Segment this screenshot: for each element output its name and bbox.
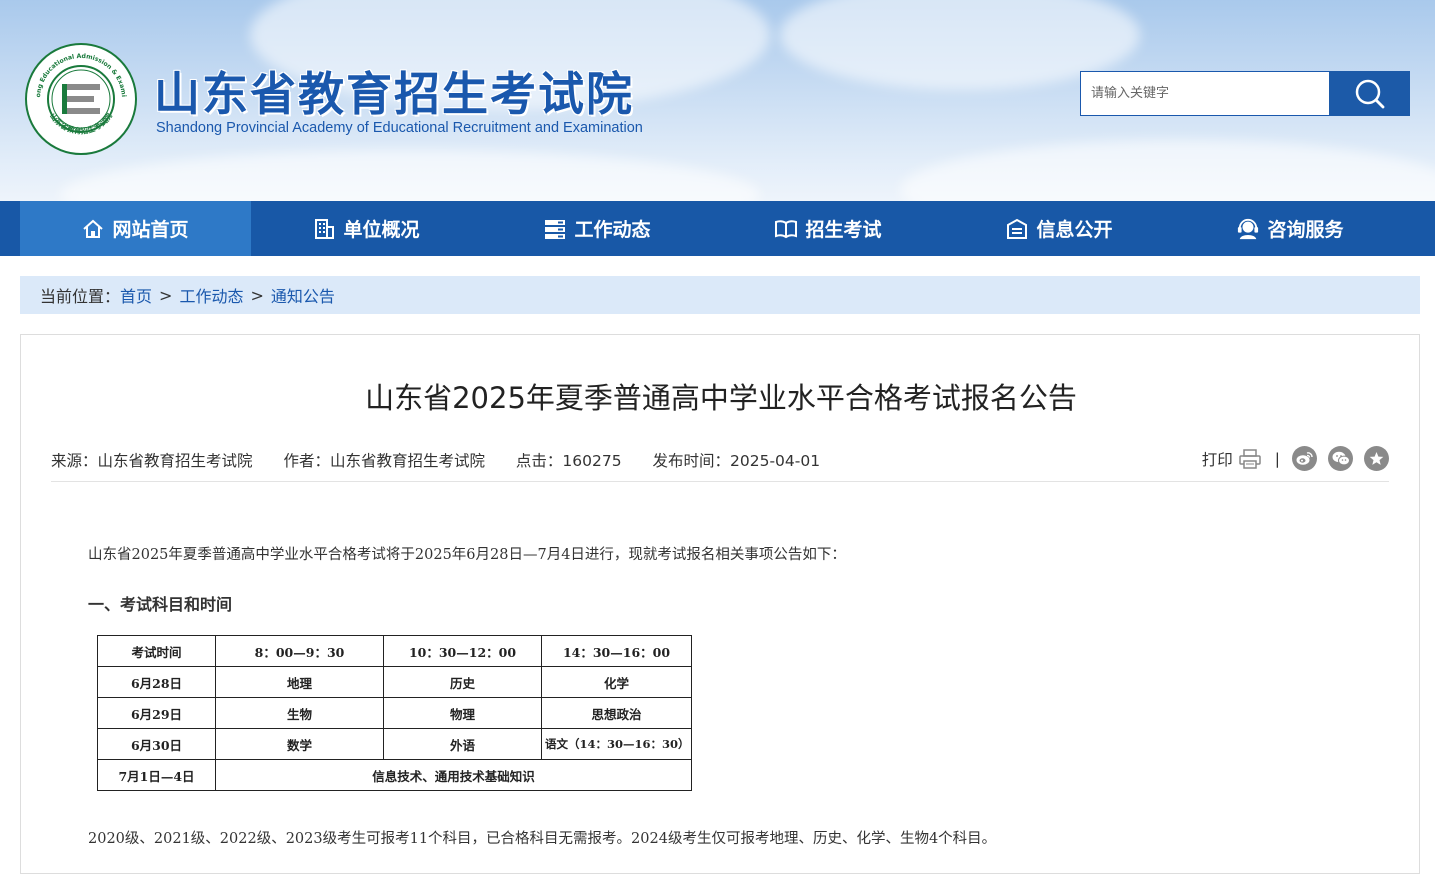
building-icon bbox=[313, 218, 335, 240]
table-row: 6月29日 生物 物理 思想政治 bbox=[97, 697, 692, 729]
table-cell: 语文（14：30—16：30） bbox=[541, 728, 692, 760]
breadcrumb-prefix: 当前位置： bbox=[40, 287, 121, 306]
header-cloud bbox=[900, 140, 1435, 201]
table-cell: 外语 bbox=[383, 728, 542, 760]
search-input[interactable] bbox=[1080, 71, 1330, 116]
nav-item-about[interactable]: 单位概况 bbox=[251, 201, 482, 256]
nav-label: 咨询服务 bbox=[1267, 219, 1344, 241]
table-cell: 数学 bbox=[215, 728, 384, 760]
main-nav: 网站首页 单位概况 工作动态 招生考试 信息公开 咨询服务 bbox=[0, 201, 1435, 256]
table-cell: 14：30—16：00 bbox=[541, 635, 692, 667]
exam-schedule-table: 考试时间 8：00—9：30 10：30—12：00 14：30—16：00 6… bbox=[97, 635, 692, 791]
search-button[interactable] bbox=[1329, 71, 1410, 116]
table-cell: 物理 bbox=[383, 697, 542, 729]
academy-emblem-icon[interactable]: Shandong Educational Admission & Examina… bbox=[24, 42, 138, 156]
book-icon bbox=[775, 218, 798, 240]
headset-icon bbox=[1237, 218, 1259, 240]
table-row: 6月30日 数学 外语 语文（14：30—16：30） bbox=[97, 728, 692, 760]
printer-icon bbox=[1239, 448, 1261, 469]
article-intro: 山东省2025年夏季普通高中学业水平合格考试将于2025年6月28日—7月4日进… bbox=[88, 547, 846, 563]
breadcrumb-link-home[interactable]: 首页 bbox=[120, 283, 152, 307]
table-cell: 6月29日 bbox=[97, 697, 216, 729]
site-subtitle: Shandong Provincial Academy of Education… bbox=[156, 120, 643, 136]
table-header-row: 考试时间 8：00—9：30 10：30—12：00 14：30—16：00 bbox=[97, 635, 692, 667]
article-container: 山东省2025年夏季普通高中学业水平合格考试报名公告 来源：山东省教育招生考试院… bbox=[20, 334, 1420, 874]
table-cell: 8：00—9：30 bbox=[215, 635, 384, 667]
favorite-icon[interactable] bbox=[1364, 446, 1389, 471]
nav-item-news[interactable]: 工作动态 bbox=[482, 201, 713, 256]
article-date: 发布时间：2025-04-01 bbox=[652, 452, 821, 470]
nav-item-disclosure[interactable]: 信息公开 bbox=[944, 201, 1175, 256]
meta-divider bbox=[51, 481, 1389, 482]
breadcrumb-separator: > bbox=[250, 285, 264, 305]
print-button[interactable]: 打印 bbox=[1202, 448, 1261, 470]
table-cell: 10：30—12：00 bbox=[383, 635, 542, 667]
breadcrumb-separator: > bbox=[159, 285, 173, 305]
stack-icon bbox=[544, 218, 566, 240]
site-header: Shandong Educational Admission & Examina… bbox=[0, 0, 1435, 201]
share-bar: 打印 | bbox=[1202, 446, 1389, 471]
article-author: 作者：山东省教育招生考试院 bbox=[283, 452, 485, 470]
table-cell: 6月30日 bbox=[97, 728, 216, 760]
nav-label: 单位概况 bbox=[343, 219, 420, 241]
article-clicks: 点击：160275 bbox=[515, 452, 622, 470]
table-cell: 生物 bbox=[215, 697, 384, 729]
breadcrumb-link-news[interactable]: 工作动态 bbox=[179, 283, 243, 307]
table-cell: 思想政治 bbox=[541, 697, 692, 729]
article-meta: 来源：山东省教育招生考试院 作者：山东省教育招生考试院 点击：160275 发布… bbox=[51, 449, 846, 471]
nav-label: 信息公开 bbox=[1036, 219, 1113, 241]
nav-label: 工作动态 bbox=[574, 219, 651, 241]
nav-item-service[interactable]: 咨询服务 bbox=[1175, 201, 1406, 256]
nav-label: 招生考试 bbox=[805, 219, 882, 241]
table-cell: 信息技术、通用技术基础知识 bbox=[215, 759, 692, 791]
nav-item-home[interactable]: 网站首页 bbox=[20, 201, 251, 256]
table-cell: 化学 bbox=[541, 666, 692, 698]
table-cell: 考试时间 bbox=[97, 635, 216, 667]
table-cell: 历史 bbox=[383, 666, 542, 698]
table-cell: 地理 bbox=[215, 666, 384, 698]
print-label: 打印 bbox=[1201, 450, 1233, 469]
table-cell: 6月28日 bbox=[97, 666, 216, 698]
share-divider: | bbox=[1274, 449, 1280, 468]
inbox-icon bbox=[1006, 218, 1028, 240]
search-icon bbox=[1355, 79, 1384, 108]
section-heading: 一、考试科目和时间 bbox=[88, 595, 233, 614]
nav-item-admission[interactable]: 招生考试 bbox=[713, 201, 944, 256]
breadcrumb: 当前位置： 首页 > 工作动态 > 通知公告 bbox=[20, 276, 1420, 314]
header-cloud bbox=[60, 150, 760, 201]
table-row: 7月1日—4日 信息技术、通用技术基础知识 bbox=[97, 759, 692, 791]
table-cell: 7月1日—4日 bbox=[97, 759, 216, 791]
wechat-icon[interactable] bbox=[1328, 446, 1353, 471]
article-note: 2020级、2021级、2022级、2023级考生可报考11个科目，已合格科目无… bbox=[88, 831, 997, 847]
home-icon bbox=[82, 218, 104, 240]
article-source: 来源：山东省教育招生考试院 bbox=[51, 452, 253, 470]
breadcrumb-link-notices[interactable]: 通知公告 bbox=[271, 283, 335, 307]
table-row: 6月28日 地理 历史 化学 bbox=[97, 666, 692, 698]
nav-label: 网站首页 bbox=[112, 219, 189, 241]
weibo-icon[interactable] bbox=[1292, 446, 1317, 471]
site-title[interactable]: 山东省教育招生考试院 bbox=[154, 58, 634, 124]
article-title: 山东省2025年夏季普通高中学业水平合格考试报名公告 bbox=[365, 381, 1077, 415]
